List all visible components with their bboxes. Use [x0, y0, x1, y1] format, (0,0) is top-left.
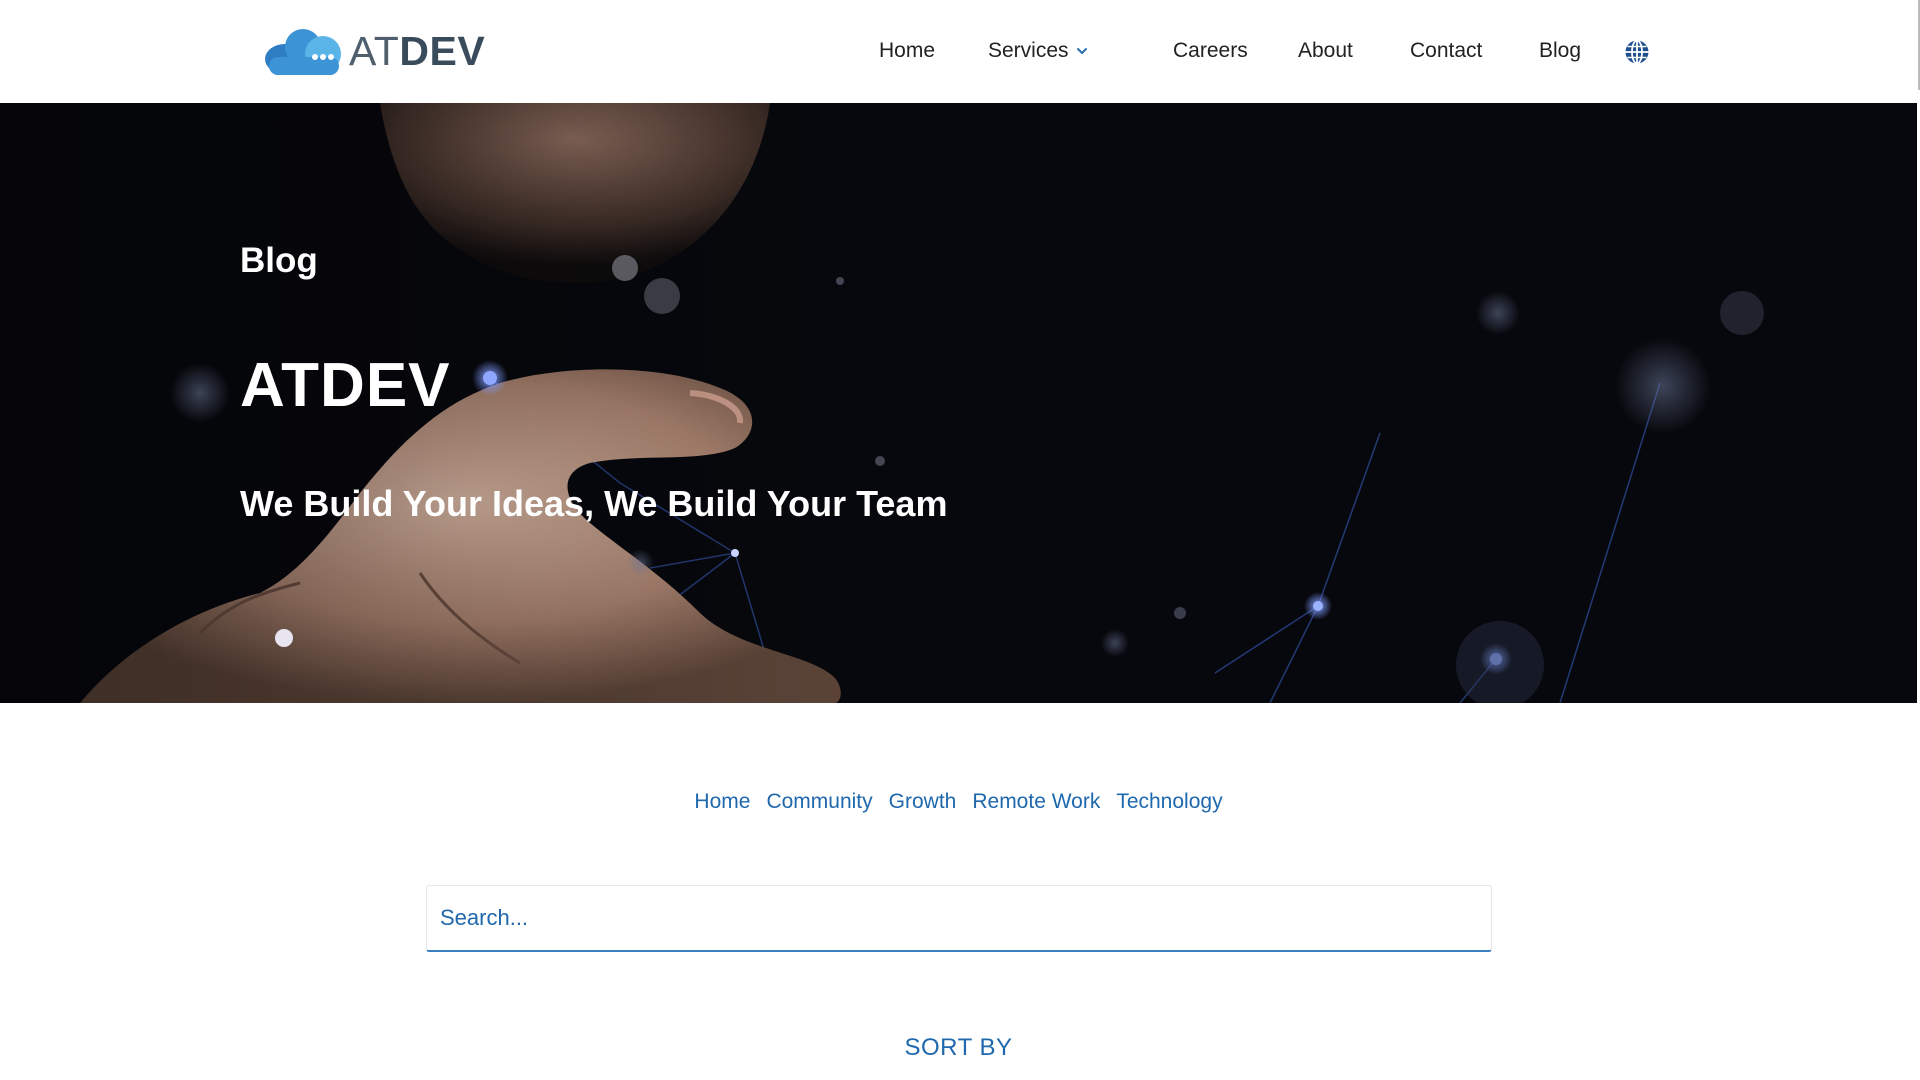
globe-icon[interactable] [1624, 39, 1650, 65]
category-home[interactable]: Home [694, 790, 750, 814]
main-nav: Home Services Careers About Contact Blog [855, 0, 1655, 103]
search-input[interactable] [427, 886, 1491, 950]
hero-title: ATDEV [240, 351, 451, 420]
category-growth[interactable]: Growth [889, 790, 957, 814]
nav-services[interactable]: Services [988, 38, 1089, 64]
hero-page-label: Blog [240, 241, 318, 280]
nav-careers[interactable]: Careers [1173, 38, 1248, 64]
nav-contact[interactable]: Contact [1410, 38, 1482, 64]
category-remote-work[interactable]: Remote Work [972, 790, 1100, 814]
nav-services-label: Services [988, 39, 1069, 62]
logo-at: AT [349, 27, 400, 74]
search-box [426, 885, 1492, 952]
nav-about[interactable]: About [1298, 38, 1353, 64]
nav-home[interactable]: Home [879, 38, 935, 64]
nav-blog[interactable]: Blog [1539, 38, 1581, 64]
sort-by-label[interactable]: SORT BY [0, 1034, 1917, 1062]
site-header: ATDEV Home Services Careers About Contac… [0, 0, 1920, 103]
hero-banner: Blog ATDEV We Build Your Ideas, We Build… [0, 103, 1917, 703]
category-community[interactable]: Community [766, 790, 872, 814]
cloud-chat-icon [265, 29, 341, 75]
category-technology[interactable]: Technology [1116, 790, 1222, 814]
site-logo[interactable]: ATDEV [263, 26, 485, 76]
chevron-down-icon [1076, 48, 1087, 55]
hero-tagline: We Build Your Ideas, We Build Your Team [240, 483, 948, 524]
category-links: Home Community Growth Remote Work Techno… [0, 790, 1917, 814]
logo-dev: DEV [399, 27, 486, 74]
logo-wordmark: ATDEV [349, 27, 486, 74]
